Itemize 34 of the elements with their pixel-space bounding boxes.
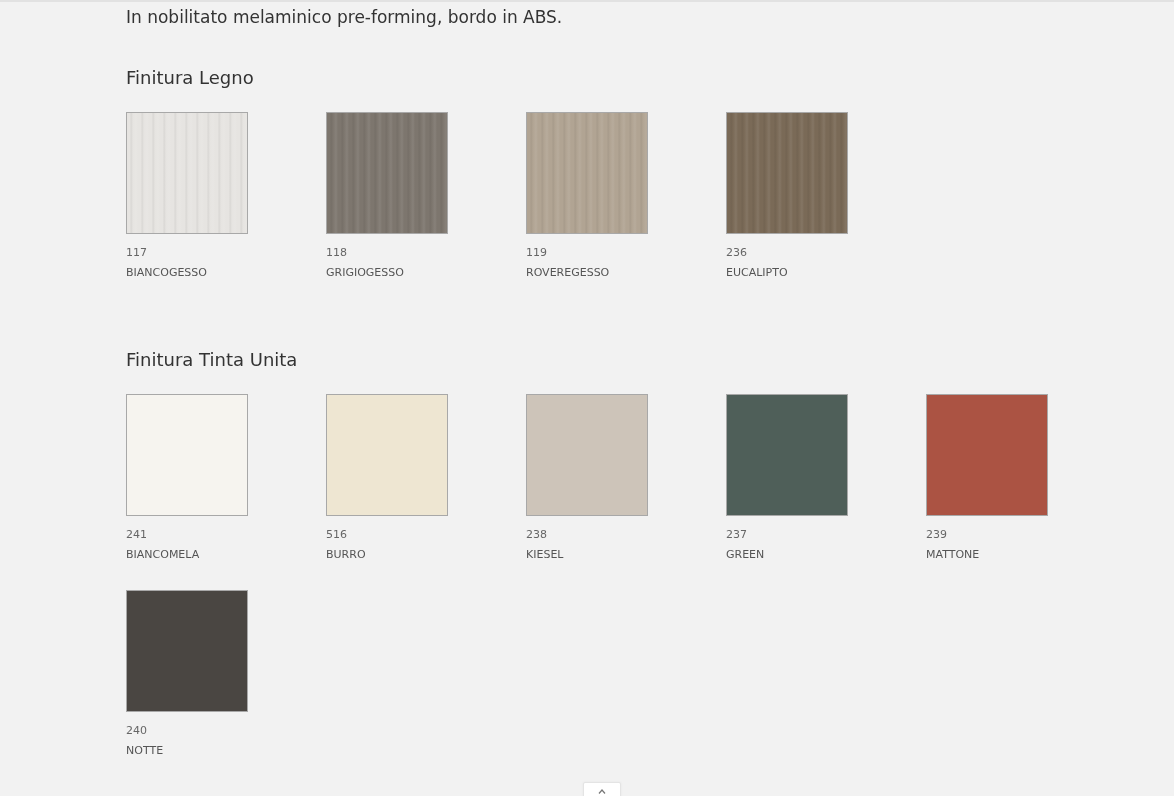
color-code: 241: [126, 528, 147, 542]
color-name: KIESEL: [526, 548, 564, 562]
color-name: BURRO: [326, 548, 366, 562]
wood-swatch[interactable]: [326, 112, 448, 234]
color-name: BIANCOGESSO: [126, 266, 207, 280]
caret-up-icon: [598, 789, 606, 794]
color-name: ROVEREGESSO: [526, 266, 610, 280]
color-name: NOTTE: [126, 744, 164, 758]
color-swatch[interactable]: [726, 394, 848, 516]
section-heading: Finitura Legno: [126, 66, 254, 90]
color-swatch[interactable]: [126, 590, 248, 712]
color-name: BIANCOMELA: [126, 548, 200, 562]
color-swatch[interactable]: [526, 394, 648, 516]
color-code: 237: [726, 528, 747, 542]
color-swatch[interactable]: [926, 394, 1048, 516]
color-name: GRIGIOGESSO: [326, 266, 404, 280]
wood-swatch[interactable]: [126, 112, 248, 234]
color-swatch[interactable]: [326, 394, 448, 516]
section-heading: Finitura Tinta Unita: [126, 348, 298, 372]
color-code: 236: [726, 246, 747, 260]
wood-swatch[interactable]: [726, 112, 848, 234]
color-name: MATTONE: [926, 548, 980, 562]
color-code: 238: [526, 528, 547, 542]
color-code: 118: [326, 246, 347, 260]
color-code: 240: [126, 724, 147, 738]
color-code: 516: [326, 528, 347, 542]
color-code: 117: [126, 246, 147, 260]
color-name: GREEN: [726, 548, 765, 562]
wood-swatch[interactable]: [526, 112, 648, 234]
color-code: 239: [926, 528, 947, 542]
color-name: EUCALIPTO: [726, 266, 788, 280]
intro-text: In nobilitato melaminico pre-forming, bordo in ABS.: [126, 6, 564, 28]
color-swatch[interactable]: [126, 394, 248, 516]
color-code: 119: [526, 246, 547, 260]
